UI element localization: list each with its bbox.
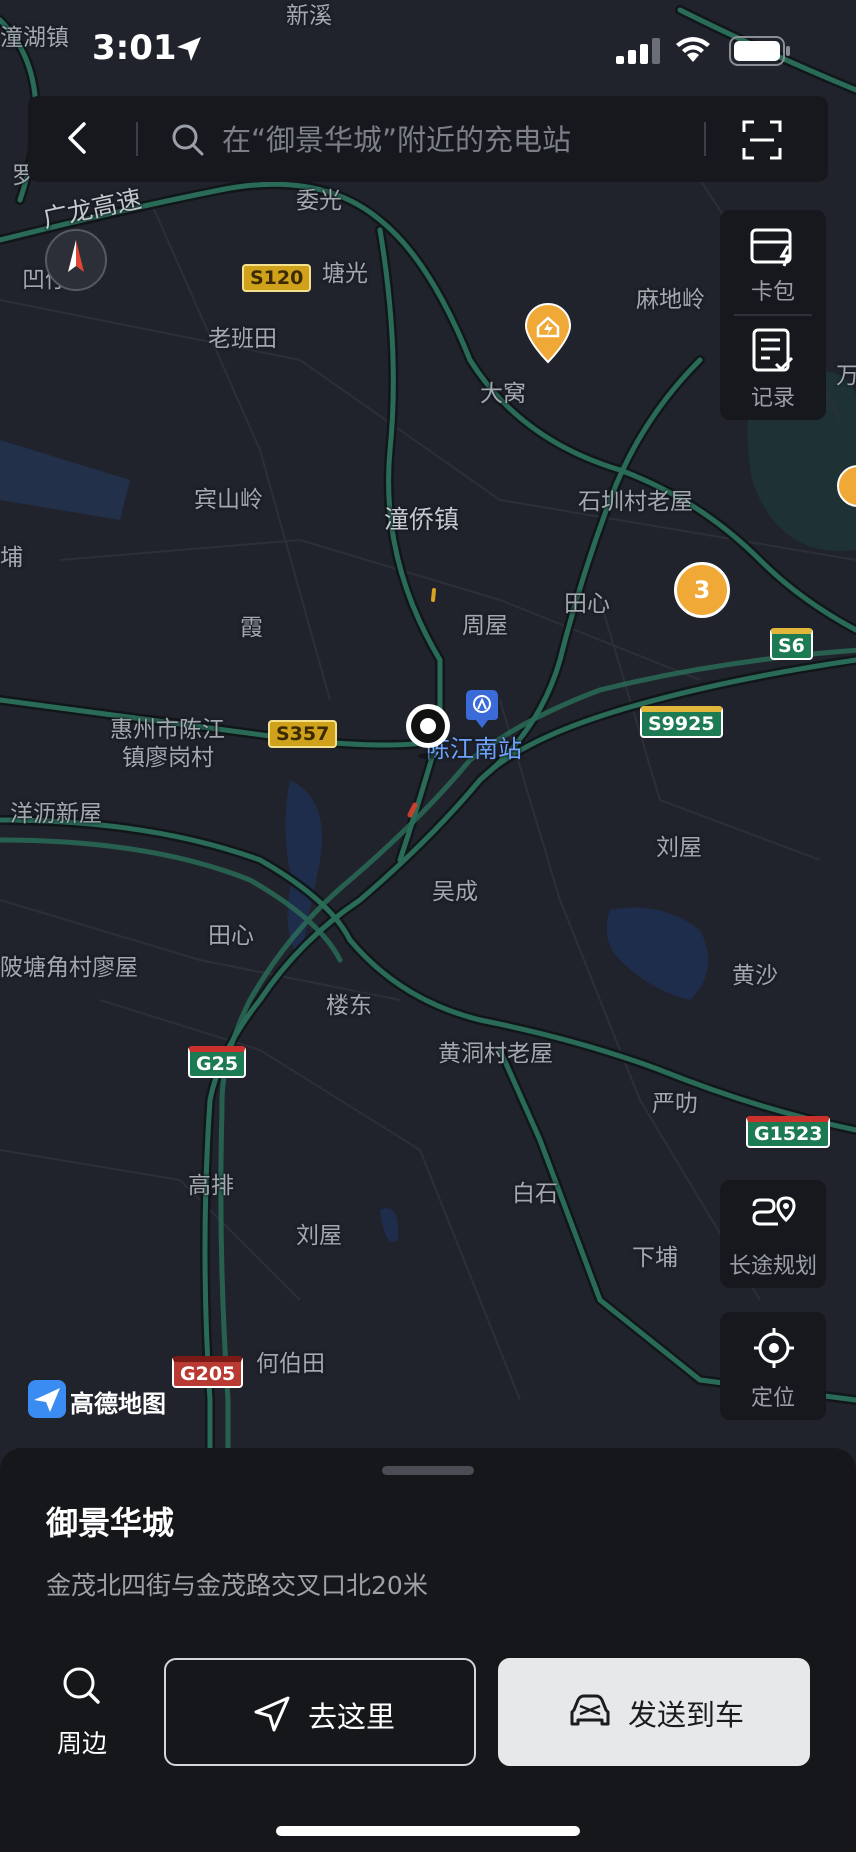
place-label: 塘光 bbox=[322, 261, 368, 287]
road-shield: S120 bbox=[242, 264, 312, 292]
side-tools-panel: 卡包 记录 bbox=[720, 210, 826, 420]
place-label: 白石 bbox=[512, 1181, 558, 1207]
send-to-car-button[interactable]: 发送到车 bbox=[498, 1658, 810, 1766]
place-label: 石圳村老屋 bbox=[578, 489, 693, 515]
nearby-button[interactable]: 周边 bbox=[40, 1664, 124, 1764]
long-trip-label: 长途规划 bbox=[728, 1254, 817, 1279]
place-label: 麻地岭 bbox=[636, 287, 705, 313]
records-label: 记录 bbox=[750, 386, 795, 411]
station-cluster-marker[interactable]: 3 bbox=[674, 562, 730, 618]
home-indicator bbox=[276, 1826, 580, 1836]
amap-logo-text: 高德地图 bbox=[70, 1390, 166, 1418]
place-label: 下埔 bbox=[632, 1245, 678, 1271]
town-label: 潼侨镇 bbox=[384, 505, 460, 534]
navigate-icon bbox=[254, 1696, 290, 1732]
back-icon[interactable] bbox=[58, 118, 98, 158]
long-trip-button[interactable]: 长途规划 bbox=[720, 1180, 826, 1288]
place-label: 霞 bbox=[240, 615, 263, 641]
compass[interactable] bbox=[44, 228, 108, 292]
divider bbox=[136, 122, 138, 156]
search-icon bbox=[172, 124, 204, 156]
place-label: 严叻 bbox=[652, 1091, 698, 1117]
charging-station-icon bbox=[837, 465, 856, 507]
place-label: 刘屋 bbox=[656, 835, 702, 861]
place-label: 惠州市陈江 bbox=[110, 717, 225, 743]
place-label: 老班田 bbox=[208, 326, 277, 352]
status-bar: 3:01 bbox=[0, 0, 856, 98]
divider bbox=[704, 122, 706, 156]
metro-icon bbox=[466, 690, 498, 728]
place-address: 金茂北四街与金茂路交叉口北20米 bbox=[46, 1571, 428, 1600]
records-icon bbox=[752, 328, 794, 372]
place-label: 田心 bbox=[564, 591, 610, 617]
place-label: 吴成 bbox=[432, 879, 478, 905]
road-shield: S9925 bbox=[640, 706, 723, 738]
card-wallet-button[interactable]: 卡包 bbox=[720, 210, 826, 314]
nearby-label: 周边 bbox=[56, 1729, 107, 1758]
locate-button[interactable]: 定位 bbox=[720, 1312, 826, 1420]
route-plan-icon bbox=[752, 1196, 796, 1226]
place-label: 周屋 bbox=[462, 613, 508, 639]
place-label: 楼东 bbox=[326, 993, 372, 1019]
place-label: 黄洞村老屋 bbox=[438, 1041, 553, 1067]
card-wallet-icon bbox=[750, 228, 792, 267]
metro-station-pin[interactable] bbox=[466, 690, 498, 730]
selected-location-marker[interactable] bbox=[404, 702, 452, 762]
location-services-icon bbox=[177, 37, 201, 61]
place-label: 田心 bbox=[208, 923, 254, 949]
place-label: 陂塘角村廖屋 bbox=[0, 955, 138, 981]
place-label: 万 bbox=[836, 363, 856, 389]
battery-icon bbox=[729, 36, 790, 66]
location-pin-icon bbox=[406, 704, 450, 759]
search-bar bbox=[28, 96, 828, 182]
place-title: 御景华城 bbox=[46, 1504, 175, 1542]
road-shield: G205 bbox=[172, 1356, 244, 1388]
locate-icon bbox=[754, 1328, 794, 1368]
cellular-signal-icon bbox=[616, 38, 660, 64]
place-label: 洋沥新屋 bbox=[10, 801, 102, 827]
go-here-button[interactable]: 去这里 bbox=[164, 1658, 476, 1766]
send-to-car-label: 发送到车 bbox=[628, 1698, 745, 1732]
amap-logo-icon bbox=[28, 1380, 66, 1418]
car-icon bbox=[570, 1694, 610, 1726]
search-icon bbox=[63, 1667, 100, 1704]
sheet-drag-handle[interactable] bbox=[382, 1466, 474, 1475]
status-time: 3:01 bbox=[92, 28, 177, 68]
place-label: 大窝 bbox=[480, 381, 526, 407]
place-label: 埔 bbox=[0, 545, 23, 571]
road-shield: S6 bbox=[770, 628, 813, 660]
amap-logo: 高德地图 bbox=[28, 1380, 166, 1420]
records-button[interactable]: 记录 bbox=[720, 316, 826, 420]
charging-station-icon bbox=[524, 303, 572, 364]
go-here-label: 去这里 bbox=[308, 1700, 396, 1734]
compass-icon bbox=[45, 229, 107, 291]
road-shield: G1523 bbox=[746, 1116, 831, 1148]
place-label: 委光 bbox=[296, 188, 342, 214]
road-shield: G25 bbox=[188, 1046, 247, 1078]
place-label: 镇廖岗村 bbox=[122, 745, 214, 771]
place-label: 刘屋 bbox=[296, 1223, 342, 1249]
place-label: 宾山岭 bbox=[194, 487, 263, 513]
scan-icon[interactable] bbox=[740, 118, 784, 162]
place-detail-sheet: 御景华城 金茂北四街与金茂路交叉口北20米 周边 去这里 发送到车 bbox=[0, 1448, 856, 1852]
place-label: 黄沙 bbox=[732, 963, 778, 989]
locate-label: 定位 bbox=[750, 1386, 795, 1411]
search-input[interactable] bbox=[220, 116, 694, 164]
charging-station-pin[interactable] bbox=[836, 464, 856, 516]
place-label: 何伯田 bbox=[256, 1351, 325, 1377]
charging-station-pin[interactable] bbox=[522, 302, 574, 364]
card-wallet-label: 卡包 bbox=[750, 280, 795, 305]
place-label: 高排 bbox=[188, 1173, 234, 1199]
road-shield: S357 bbox=[268, 720, 338, 748]
wifi-icon bbox=[676, 37, 710, 62]
